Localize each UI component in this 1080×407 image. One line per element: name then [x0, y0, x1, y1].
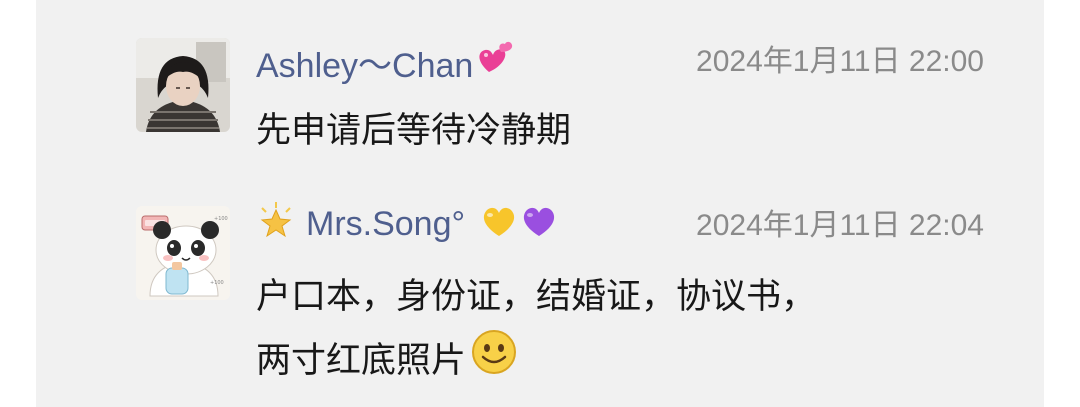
message-text-segment: 两寸红底照片 — [256, 341, 467, 381]
timestamp: 2024年1月11日 22:00 — [696, 45, 984, 78]
chat-panel: Ashley～Chan 2024年1月11日 22:00 先申请后等待冷静期 +… — [36, 0, 1044, 407]
timestamp: 2024年1月11日 22:04 — [696, 209, 984, 242]
message-text-line: 两寸红底照片 — [256, 328, 816, 396]
star-icon — [256, 200, 296, 249]
avatar[interactable]: +100 +100 — [136, 206, 230, 300]
message-text[interactable]: 户口本，身份证，结婚证，协议书， 两寸红底照片 — [256, 266, 816, 396]
smile-icon — [470, 328, 518, 396]
avatar[interactable] — [136, 38, 230, 132]
sender-name-row[interactable]: Ashley～Chan — [256, 38, 515, 87]
heart-icon — [475, 38, 515, 87]
message-text[interactable]: 先申请后等待冷静期 — [256, 100, 571, 162]
svg-text:+100: +100 — [214, 216, 228, 222]
purple-heart-icon — [519, 200, 559, 249]
panda-avatar-illustration: +100 +100 — [136, 206, 230, 300]
message-text-line: 先申请后等待冷静期 — [256, 111, 572, 151]
sender-name-row[interactable]: Mrs.Song° — [256, 200, 559, 249]
yellow-heart-icon — [479, 200, 519, 249]
sender-name[interactable]: Ashley～Chan — [256, 38, 473, 87]
sender-name[interactable]: Mrs.Song° — [306, 205, 465, 244]
svg-text:+100: +100 — [210, 280, 224, 286]
avatar-photo — [136, 38, 230, 132]
message-text-line: 户口本，身份证，结婚证，协议书， — [256, 277, 817, 317]
